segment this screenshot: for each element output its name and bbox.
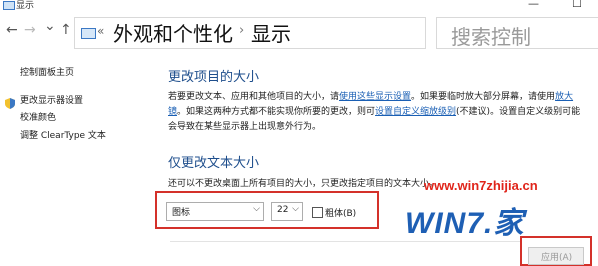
minimize-button[interactable]: — xyxy=(528,0,539,10)
breadcrumb-separator-icon[interactable]: › xyxy=(239,23,244,38)
breadcrumb-appearance[interactable]: 外观和个性化 xyxy=(113,18,233,47)
title-bar: 显示 — ☐ xyxy=(0,0,598,12)
search-placeholder: 搜索控制 xyxy=(451,25,531,49)
maximize-button[interactable]: ☐ xyxy=(572,0,582,10)
highlight-box-text-controls xyxy=(155,191,379,229)
address-bar[interactable]: « 外观和个性化 › 显示 xyxy=(74,17,426,49)
control-panel-icon xyxy=(81,28,96,39)
section-description-text-size: 还可以不更改桌面上所有项目的大小，只更改指定项目的文本大小。 xyxy=(168,179,439,189)
forward-arrow-icon[interactable]: → xyxy=(24,22,36,38)
display-window-icon xyxy=(3,1,15,10)
hidden-crumbs-chevron-icon[interactable]: « xyxy=(97,24,104,38)
sidebar-item-calibrate-color[interactable]: 校准颜色 xyxy=(20,110,56,123)
watermark-logo: WIN7.家 xyxy=(395,196,595,240)
watermark-url: www.win7zhijia.cn xyxy=(424,178,538,193)
description-text: 。如果要临时放大部分屏幕，请使用 xyxy=(411,92,556,102)
apply-button-label: 应用(A) xyxy=(541,253,573,263)
sidebar-item-change-display-settings[interactable]: 更改显示器设置 xyxy=(20,93,83,106)
navigation-bar: ← → ⌄ ↑ « 外观和个性化 › 显示 搜索控制 xyxy=(0,14,598,50)
display-settings-link[interactable]: 使用这些显示设置 xyxy=(339,92,411,102)
back-arrow-icon[interactable]: ← xyxy=(6,22,18,38)
description-text: 若要更改文本、应用和其他项目的大小，请 xyxy=(168,92,340,102)
shield-icon xyxy=(5,98,15,109)
sidebar-item-control-panel-home[interactable]: 控制面板主页 xyxy=(20,65,74,78)
magnifier-link[interactable]: 放大 xyxy=(555,92,573,102)
section-description-change-size: 若要更改文本、应用和其他项目的大小，请使用这些显示设置。如果要临时放大部分屏幕，… xyxy=(168,90,588,135)
recent-pages-chevron-icon[interactable]: ⌄ xyxy=(44,18,56,34)
search-input[interactable]: 搜索控制 xyxy=(436,17,598,49)
section-heading-text-size: 仅更改文本大小 xyxy=(168,156,260,171)
sidebar-item-cleartype[interactable]: 调整 ClearType 文本 xyxy=(20,128,106,141)
window-title: 显示 xyxy=(16,1,35,11)
custom-scaling-link[interactable]: 设置自定义缩放级别 xyxy=(375,107,456,117)
description-text: 会导致在某些显示器上出现意外行为。 xyxy=(168,122,322,132)
magnifier-link-continued[interactable]: 镜 xyxy=(168,107,177,117)
apply-button[interactable]: 应用(A) xyxy=(528,247,584,265)
watermark-logo-text: WIN7.家 xyxy=(405,207,525,240)
description-text: (不建议)。设置自定义级别可能 xyxy=(456,107,581,117)
description-text: 。如果这两种方式都不能实现你所要的更改，则可 xyxy=(177,107,376,117)
breadcrumb-display[interactable]: 显示 xyxy=(251,18,291,47)
section-heading-change-size: 更改项目的大小 xyxy=(168,70,260,85)
up-arrow-icon[interactable]: ↑ xyxy=(60,22,72,38)
